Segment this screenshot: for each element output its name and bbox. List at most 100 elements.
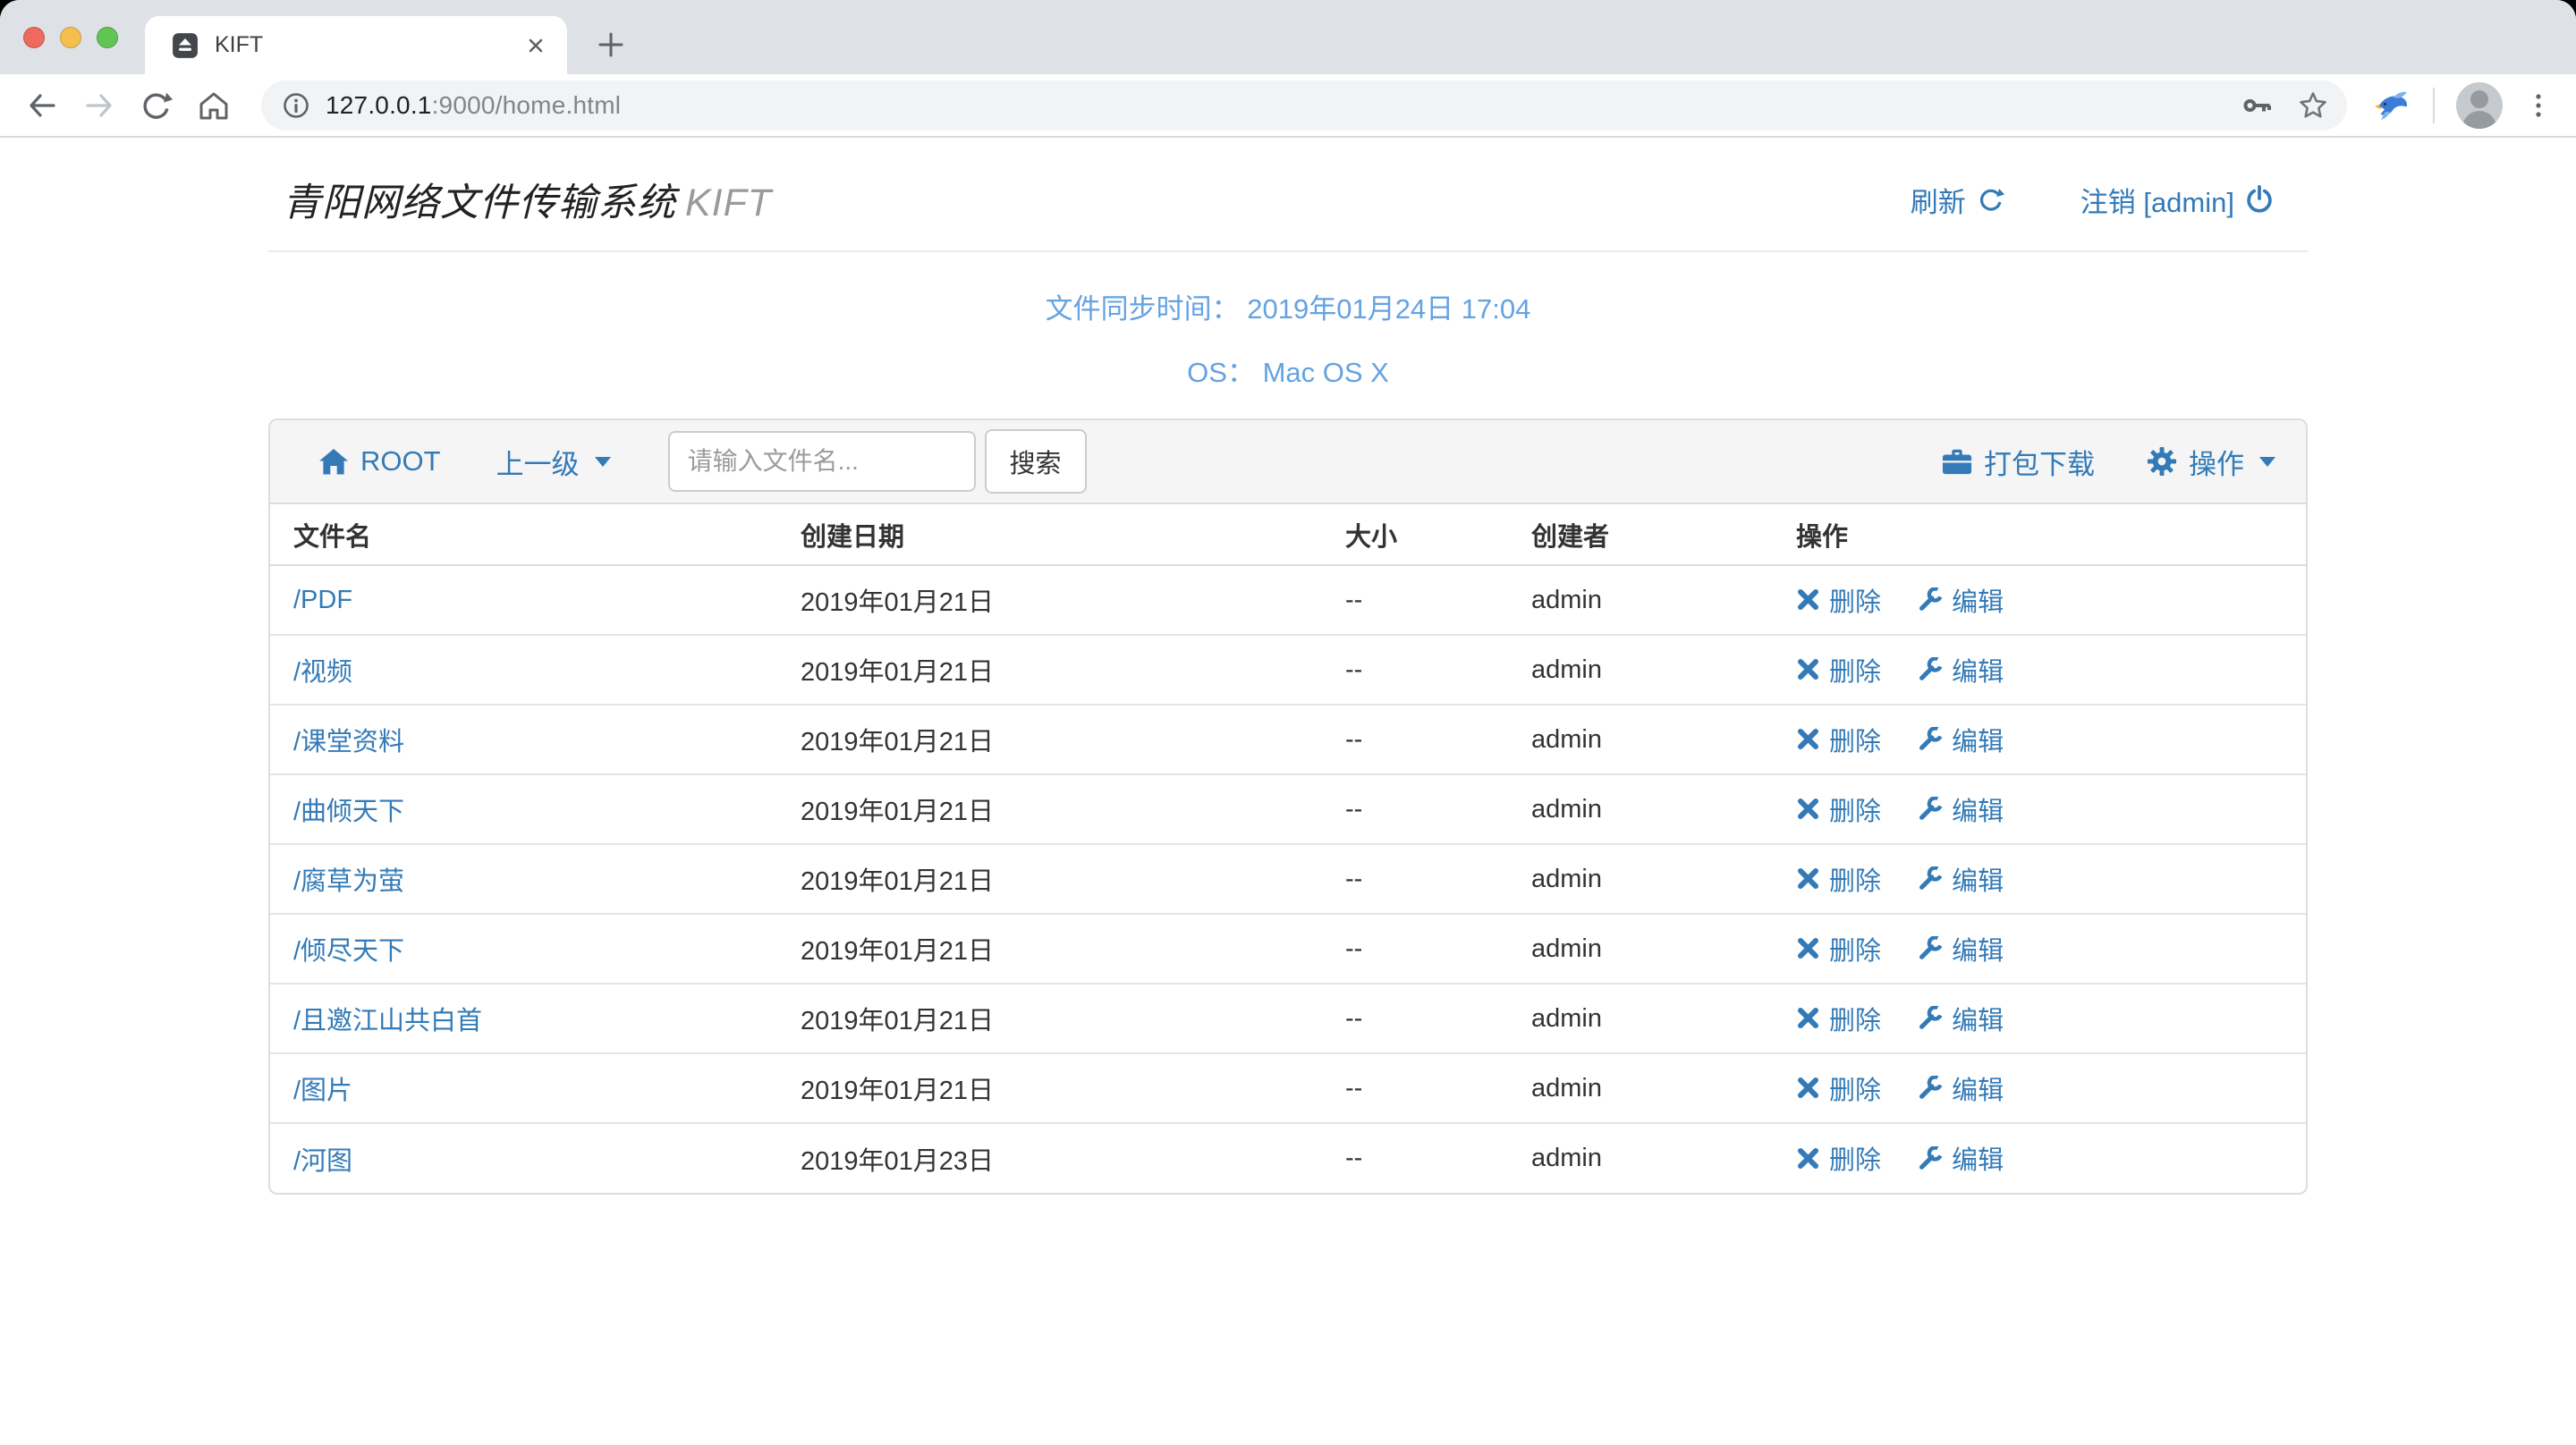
bird-extension-icon[interactable]: [2372, 87, 2410, 124]
address-bar[interactable]: 127.0.0.1:9000/home.html: [261, 80, 2347, 131]
minimize-window-button[interactable]: [60, 27, 81, 48]
file-date: 2019年01月21日: [777, 565, 1322, 635]
delete-link[interactable]: 删除: [1796, 1069, 1881, 1107]
file-size: --: [1322, 774, 1508, 844]
page-info-icon[interactable]: [281, 90, 311, 121]
edit-link[interactable]: 编辑: [1919, 790, 2004, 828]
search-button[interactable]: 搜索: [985, 429, 1087, 494]
col-header-actions: 操作: [1773, 504, 2306, 565]
delete-x-icon: [1796, 657, 1820, 681]
edit-link[interactable]: 编辑: [1919, 1139, 2004, 1177]
table-row: /曲倾天下 2019年01月21日 -- admin 删除 编辑: [270, 774, 2306, 844]
reload-icon[interactable]: [140, 89, 174, 123]
col-header-creator: 创建者: [1508, 504, 1773, 565]
root-label: ROOT: [360, 445, 441, 477]
file-date: 2019年01月21日: [777, 914, 1322, 984]
file-size: --: [1322, 635, 1508, 705]
edit-link[interactable]: 编辑: [1919, 1000, 2004, 1037]
delete-link[interactable]: 删除: [1796, 790, 1881, 828]
forward-icon[interactable]: [82, 89, 116, 123]
edit-link[interactable]: 编辑: [1919, 581, 2004, 619]
delete-label: 删除: [1829, 581, 1881, 619]
home-nav-icon[interactable]: [197, 89, 231, 123]
home-icon: [318, 446, 349, 477]
delete-x-icon: [1796, 797, 1820, 821]
tab-close-icon[interactable]: [522, 32, 549, 59]
page-title-zh: 青阳网络文件传输系统: [283, 182, 676, 224]
search-input[interactable]: [668, 431, 976, 492]
sync-time-label: 文件同步时间：: [1046, 293, 1240, 325]
delete-link[interactable]: 删除: [1796, 1000, 1881, 1037]
edit-link[interactable]: 编辑: [1919, 721, 2004, 758]
close-window-button[interactable]: [23, 27, 45, 48]
url-path: :9000/home.html: [432, 91, 622, 119]
refresh-link[interactable]: 刷新: [1911, 180, 2005, 220]
file-link[interactable]: /图片: [293, 1077, 352, 1105]
edit-label: 编辑: [1952, 930, 2004, 968]
table-row: /课堂资料 2019年01月21日 -- admin 删除 编辑: [270, 705, 2306, 774]
delete-label: 删除: [1829, 860, 1881, 898]
new-tab-button[interactable]: [590, 24, 631, 65]
edit-link[interactable]: 编辑: [1919, 651, 2004, 689]
edit-link[interactable]: 编辑: [1919, 930, 2004, 968]
file-link[interactable]: /河图: [293, 1147, 352, 1176]
bookmark-star-icon[interactable]: [2297, 89, 2329, 122]
edit-label: 编辑: [1952, 1069, 2004, 1107]
page-title-en: KIFT: [685, 182, 772, 224]
delete-link[interactable]: 删除: [1796, 860, 1881, 898]
wrench-icon: [1919, 866, 1943, 891]
logout-link[interactable]: 注销 [admin]: [2080, 180, 2274, 220]
os-line: OS： Mac OS X: [268, 350, 2308, 390]
edit-label: 编辑: [1952, 651, 2004, 689]
table-row: /倾尽天下 2019年01月21日 -- admin 删除 编辑: [270, 914, 2306, 984]
file-link[interactable]: /腐草为萤: [293, 867, 404, 896]
delete-link[interactable]: 删除: [1796, 651, 1881, 689]
table-row: /图片 2019年01月21日 -- admin 删除 编辑: [270, 1053, 2306, 1123]
package-download-link[interactable]: 打包下载: [1942, 442, 2095, 482]
edit-label: 编辑: [1952, 1000, 2004, 1037]
edit-link[interactable]: 编辑: [1919, 1069, 2004, 1107]
browser-tab[interactable]: KIFT: [145, 16, 567, 74]
delete-x-icon: [1796, 866, 1820, 891]
file-link[interactable]: /视频: [293, 658, 352, 687]
file-link[interactable]: /曲倾天下: [293, 798, 404, 826]
delete-label: 删除: [1829, 930, 1881, 968]
delete-link[interactable]: 删除: [1796, 581, 1881, 619]
page-header: 青阳网络文件传输系统KIFT 刷新 注销 [admin]: [268, 138, 2308, 227]
delete-link[interactable]: 删除: [1796, 930, 1881, 968]
password-key-icon[interactable]: [2241, 89, 2274, 122]
col-header-size: 大小: [1322, 504, 1508, 565]
browser-window: KIFT: [0, 0, 2576, 1445]
actions-menu-link[interactable]: 操作: [2147, 442, 2275, 482]
fullscreen-window-button[interactable]: [97, 27, 118, 48]
browser-menu-icon[interactable]: [2522, 89, 2555, 122]
file-link[interactable]: /且邀江山共白首: [293, 1007, 482, 1035]
power-icon: [2245, 185, 2274, 214]
file-link[interactable]: /PDF: [293, 586, 352, 614]
url-host: 127.0.0.1: [326, 91, 432, 119]
file-creator: admin: [1508, 635, 1773, 705]
file-creator: admin: [1508, 774, 1773, 844]
profile-avatar[interactable]: [2456, 82, 2503, 129]
refresh-label: 刷新: [1911, 180, 1966, 220]
plus-icon: [596, 30, 626, 60]
sync-time-value: 2019年01月24日 17:04: [1247, 293, 1530, 325]
file-date: 2019年01月21日: [777, 774, 1322, 844]
file-creator: admin: [1508, 1053, 1773, 1123]
edit-link[interactable]: 编辑: [1919, 860, 2004, 898]
package-label: 打包下载: [1984, 442, 2095, 482]
delete-link[interactable]: 删除: [1796, 721, 1881, 758]
parent-folder-link[interactable]: 上一级: [496, 442, 611, 482]
file-link[interactable]: /倾尽天下: [293, 937, 404, 966]
edit-label: 编辑: [1952, 1139, 2004, 1177]
back-icon[interactable]: [25, 89, 59, 123]
table-row: /PDF 2019年01月21日 -- admin 删除 编辑: [270, 565, 2306, 635]
tab-title: KIFT: [215, 32, 522, 58]
wrench-icon: [1919, 587, 1943, 612]
delete-link[interactable]: 删除: [1796, 1139, 1881, 1177]
root-link[interactable]: ROOT: [318, 445, 441, 477]
file-link[interactable]: /课堂资料: [293, 728, 404, 756]
file-creator: admin: [1508, 565, 1773, 635]
delete-label: 删除: [1829, 1000, 1881, 1037]
edit-label: 编辑: [1952, 860, 2004, 898]
